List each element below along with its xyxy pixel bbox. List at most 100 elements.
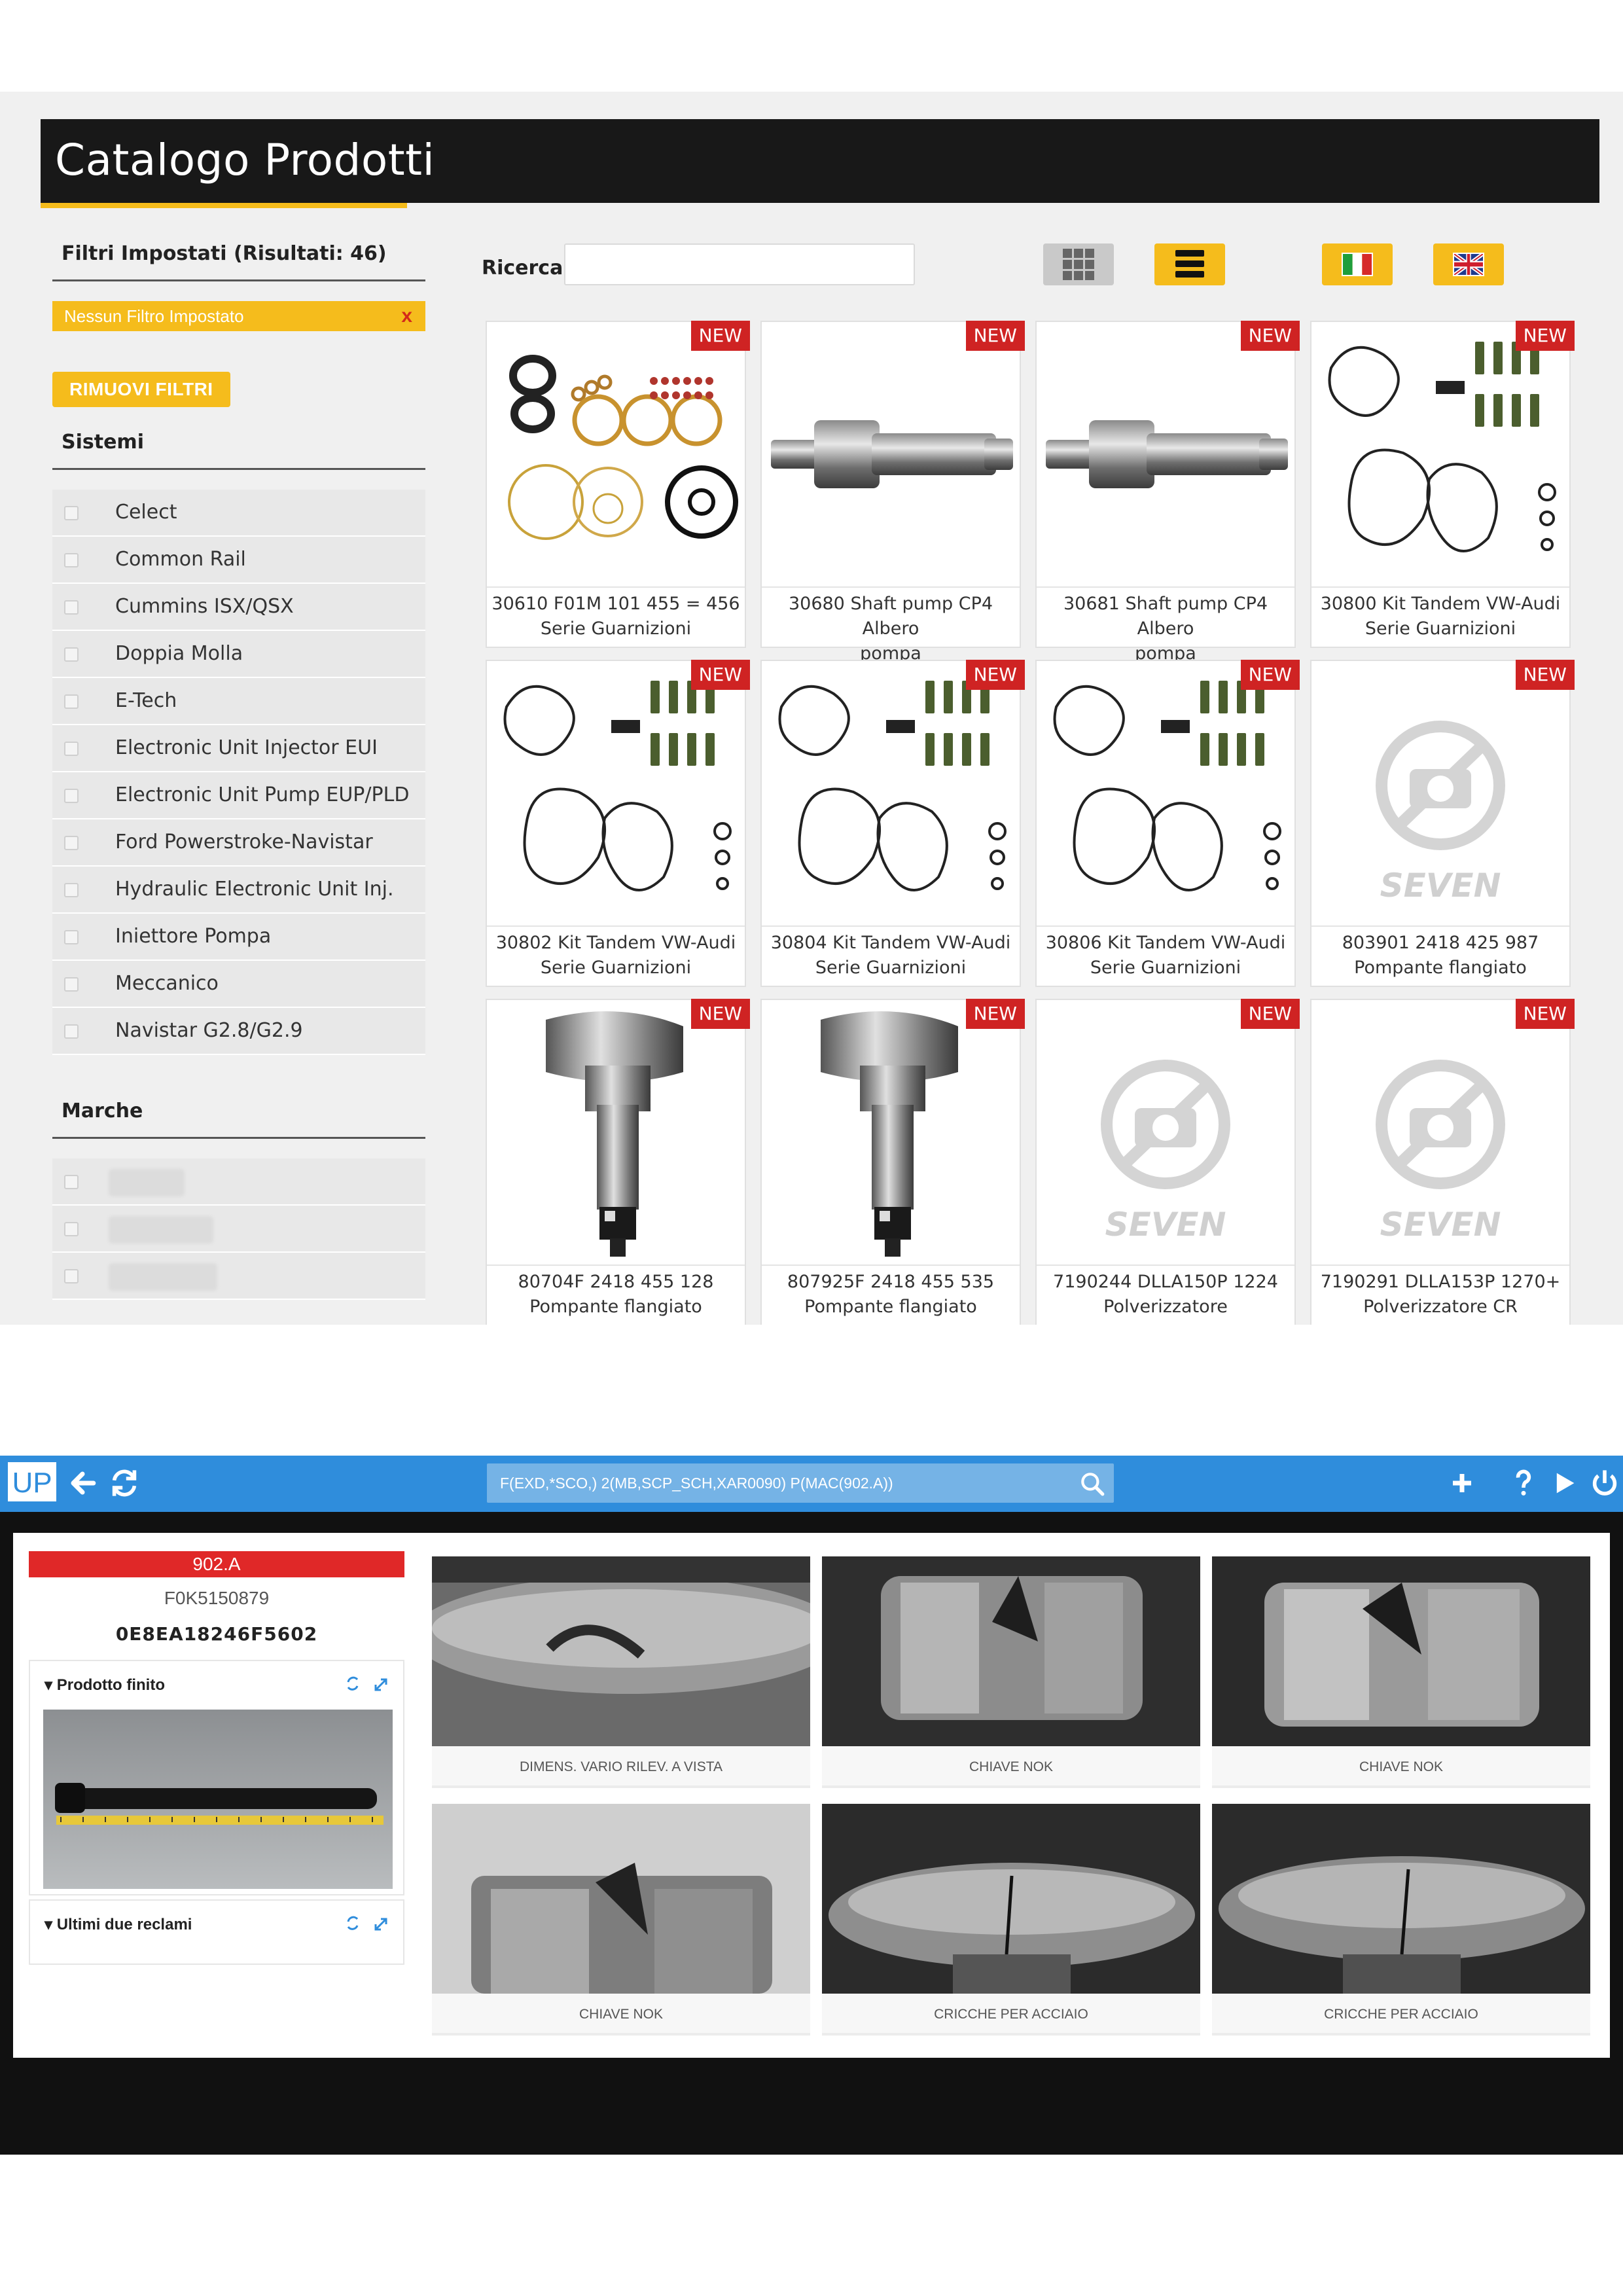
- panel-refresh-icon[interactable]: [347, 1676, 359, 1691]
- app-logo[interactable]: UP: [7, 1461, 58, 1503]
- inspection-photo[interactable]: [432, 1556, 810, 1746]
- product-card[interactable]: NEW 30806 Kit Tandem VW-Audi Serie Guarniz…: [1035, 660, 1300, 987]
- inspection-photo[interactable]: [822, 1556, 1200, 1746]
- remove-filter-icon[interactable]: x: [401, 301, 412, 331]
- system-item[interactable]: Celect: [52, 490, 425, 537]
- product-caption[interactable]: 80704F 2418 455 128 Pompante flangiato: [487, 1265, 745, 1325]
- system-item[interactable]: Navistar G2.8/G2.9: [52, 1008, 425, 1055]
- system-item[interactable]: Cummins ISX/QSX: [52, 584, 425, 631]
- system-checkbox[interactable]: [64, 600, 79, 615]
- inspection-photo-tile[interactable]: CRICCHE PER ACCIAIO: [1212, 1804, 1590, 2039]
- finished-product-toggle[interactable]: ▾ Prodotto finito: [45, 1676, 165, 1695]
- expand-icon[interactable]: [374, 1918, 387, 1931]
- product-caption[interactable]: 30806 Kit Tandem VW-Audi Serie Guarnizion…: [1037, 925, 1294, 986]
- brand-checkbox[interactable]: [64, 1269, 79, 1283]
- system-checkbox[interactable]: [64, 694, 79, 709]
- product-image[interactable]: [487, 322, 745, 586]
- expand-icon[interactable]: [374, 1678, 387, 1691]
- system-checkbox[interactable]: [64, 789, 79, 803]
- last-claims-toggle[interactable]: ▾ Ultimi due reclami: [45, 1915, 192, 1934]
- product-image[interactable]: [487, 661, 745, 925]
- product-image[interactable]: [1037, 322, 1294, 586]
- product-image[interactable]: [1037, 661, 1294, 925]
- system-item[interactable]: Hydraulic Electronic Unit Inj.: [52, 867, 425, 914]
- power-icon[interactable]: [1586, 1465, 1623, 1501]
- product-image[interactable]: SEVEN: [1311, 1000, 1569, 1265]
- product-caption[interactable]: 7190291 DLLA153P 1270+ Polverizzatore CR: [1311, 1265, 1569, 1325]
- product-card[interactable]: NEW 30802 Kit Tandem VW-Audi Serie Guarniz…: [486, 660, 750, 987]
- system-item[interactable]: Meccanico: [52, 961, 425, 1008]
- product-card[interactable]: NEW 30800 Kit Tandem VW-Audi Serie Guarniz…: [1310, 321, 1575, 648]
- product-card[interactable]: SEVEN NEW 7190291 DLLA153P 1270+ Polverizza…: [1310, 999, 1575, 1325]
- product-caption[interactable]: 803901 2418 425 987 Pompante flangiato: [1311, 925, 1569, 986]
- product-card[interactable]: NEW 30610 F01M 101 455 = 456 Serie Guarniz…: [486, 321, 750, 648]
- product-caption[interactable]: 30681 Shaft pump CP4 Albero pompa: [1037, 586, 1294, 664]
- inspection-photo[interactable]: [1212, 1804, 1590, 1994]
- product-card[interactable]: NEW 80704F 2418 455 128 Pompante flangiato: [486, 999, 750, 1325]
- system-checkbox[interactable]: [64, 742, 79, 756]
- language-english-button[interactable]: [1433, 243, 1504, 285]
- inspection-photo[interactable]: [432, 1804, 810, 1994]
- product-caption[interactable]: 807925F 2418 455 535 Pompante flangiato: [762, 1265, 1020, 1325]
- remove-filters-button[interactable]: RIMUOVI FILTRI: [52, 372, 230, 407]
- product-image[interactable]: [762, 322, 1020, 586]
- system-checkbox[interactable]: [64, 506, 79, 520]
- product-card[interactable]: NEW 807925F 2418 455 535 Pompante flangiat…: [760, 999, 1025, 1325]
- product-card[interactable]: NEW 30681 Shaft pump CP4 Albero pompa: [1035, 321, 1300, 664]
- panel-refresh-icon[interactable]: [347, 1916, 359, 1930]
- product-caption[interactable]: 30802 Kit Tandem VW-Audi Serie Guarnizion…: [487, 925, 745, 986]
- system-item[interactable]: Doppia Molla: [52, 631, 425, 678]
- inspection-photo-tile[interactable]: DIMENS. VARIO RILEV. A VISTA: [432, 1556, 810, 1792]
- product-image[interactable]: SEVEN: [1311, 661, 1569, 925]
- brand-checkbox[interactable]: [64, 1222, 79, 1236]
- brand-checkbox[interactable]: [64, 1175, 79, 1189]
- product-card[interactable]: SEVEN NEW 803901 2418 425 987 Pompante flan…: [1310, 660, 1575, 987]
- inspection-photo-tile[interactable]: CHIAVE NOK: [822, 1556, 1200, 1792]
- inspection-photo-tile[interactable]: CRICCHE PER ACCIAIO: [822, 1804, 1200, 2039]
- system-item[interactable]: Electronic Unit Pump EUP/PLD: [52, 772, 425, 819]
- product-image[interactable]: [762, 661, 1020, 925]
- system-checkbox[interactable]: [64, 1024, 79, 1039]
- product-image[interactable]: [1311, 322, 1569, 586]
- system-item[interactable]: Electronic Unit Injector EUI: [52, 725, 425, 772]
- list-view-button[interactable]: [1154, 243, 1225, 285]
- product-caption[interactable]: 7190244 DLLA150P 1224 Polverizzatore: [1037, 1265, 1294, 1325]
- system-item[interactable]: Ford Powerstroke-Navistar: [52, 819, 425, 867]
- system-item[interactable]: Iniettore Pompa: [52, 914, 425, 961]
- system-checkbox[interactable]: [64, 836, 79, 850]
- brand-item[interactable]: [52, 1253, 425, 1300]
- inspection-photo-tile[interactable]: CHIAVE NOK: [1212, 1556, 1590, 1792]
- product-card[interactable]: NEW 30804 Kit Tandem VW-Audi Serie Guarniz…: [760, 660, 1025, 987]
- product-caption[interactable]: 30804 Kit Tandem VW-Audi Serie Guarnizion…: [762, 925, 1020, 986]
- product-caption[interactable]: 30800 Kit Tandem VW-Audi Serie Guarnizion…: [1311, 586, 1569, 647]
- system-checkbox[interactable]: [64, 647, 79, 662]
- back-arrow-icon[interactable]: [64, 1465, 101, 1501]
- system-item[interactable]: Common Rail: [52, 537, 425, 584]
- inspection-photo-tile[interactable]: CHIAVE NOK: [432, 1804, 810, 2039]
- inspection-photo[interactable]: [822, 1804, 1200, 1994]
- play-icon[interactable]: [1546, 1465, 1582, 1501]
- product-card[interactable]: NEW 30680 Shaft pump CP4 Albero pompa: [760, 321, 1025, 664]
- system-item[interactable]: E-Tech: [52, 678, 425, 725]
- search-icon[interactable]: [1079, 1470, 1106, 1498]
- product-image[interactable]: SEVEN: [1037, 1000, 1294, 1265]
- product-caption[interactable]: 30680 Shaft pump CP4 Albero pompa: [762, 586, 1020, 664]
- product-card[interactable]: SEVEN NEW 7190244 DLLA150P 1224 Polverizzat…: [1035, 999, 1300, 1325]
- query-input[interactable]: F(EXD,*SCO,) 2(MB,SCP_SCH,XAR0090) P(MAC…: [487, 1463, 1114, 1503]
- plus-icon[interactable]: [1444, 1465, 1480, 1501]
- product-image[interactable]: [487, 1000, 745, 1265]
- inspection-photo[interactable]: [1212, 1556, 1590, 1746]
- language-italian-button[interactable]: [1322, 243, 1393, 285]
- system-checkbox[interactable]: [64, 930, 79, 944]
- product-caption[interactable]: 30610 F01M 101 455 = 456 Serie Guarnizion…: [487, 586, 745, 647]
- system-checkbox[interactable]: [64, 883, 79, 897]
- product-image[interactable]: [762, 1000, 1020, 1265]
- grid-view-button[interactable]: [1043, 243, 1114, 285]
- refresh-icon[interactable]: [106, 1465, 143, 1501]
- help-icon[interactable]: [1505, 1465, 1542, 1501]
- system-checkbox[interactable]: [64, 553, 79, 567]
- brand-item[interactable]: [52, 1206, 425, 1253]
- search-input[interactable]: [564, 243, 915, 285]
- system-checkbox[interactable]: [64, 977, 79, 992]
- brand-item[interactable]: [52, 1158, 425, 1206]
